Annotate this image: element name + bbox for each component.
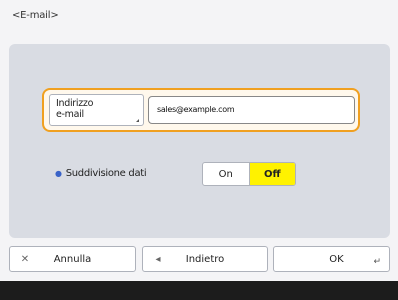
data-split-text: Suddivisione dati	[65, 168, 147, 179]
cancel-label: Annulla	[53, 253, 92, 265]
close-icon: ✕	[20, 253, 30, 265]
data-split-label: ● Suddivisione dati	[55, 168, 147, 179]
corner-arrow-icon	[136, 119, 139, 122]
screen-title: <E-mail>	[12, 10, 59, 21]
arrow-left-icon: ◂	[155, 253, 161, 265]
back-button[interactable]: ◂ Indietro	[142, 246, 268, 272]
settings-panel	[9, 44, 390, 238]
cancel-button[interactable]: ✕ Annulla	[9, 246, 136, 272]
data-split-on-button[interactable]: On	[203, 163, 250, 185]
email-label-line1: Indirizzo	[56, 98, 94, 109]
data-split-off-button[interactable]: Off	[249, 163, 295, 185]
email-label-line2: e-mail	[56, 109, 84, 120]
bullet-icon: ●	[55, 169, 62, 178]
data-split-toggle: On Off	[202, 162, 296, 186]
email-address-button[interactable]: Indirizzo e-mail	[49, 94, 144, 126]
ok-label: OK	[329, 253, 344, 265]
ok-button[interactable]: OK ↵	[273, 246, 390, 272]
email-input[interactable]: sales@example.com	[148, 96, 355, 124]
enter-icon: ↵	[373, 257, 381, 267]
back-label: Indietro	[185, 253, 225, 265]
status-bar	[0, 281, 398, 300]
